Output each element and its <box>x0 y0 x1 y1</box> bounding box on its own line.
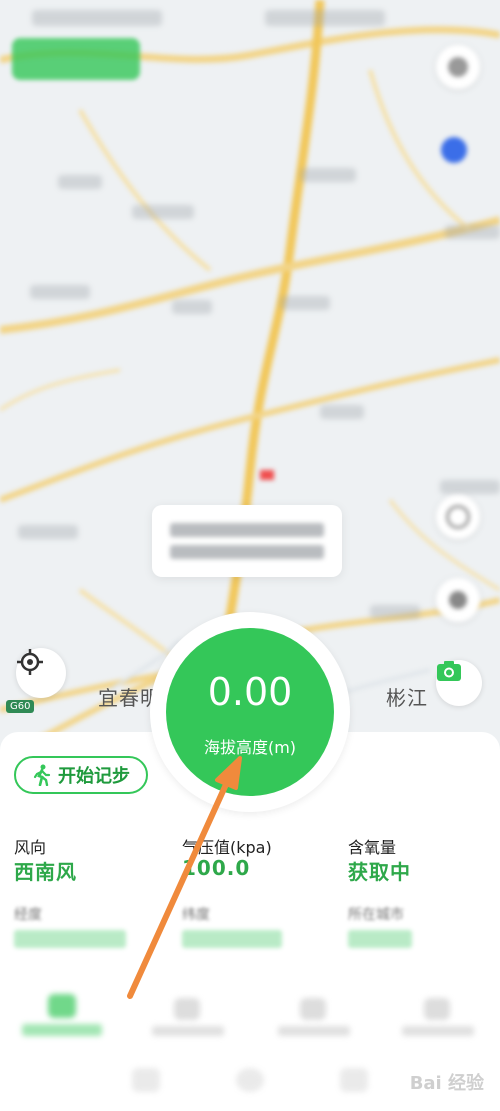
camera-button[interactable] <box>436 660 482 706</box>
compass-button[interactable] <box>436 578 480 622</box>
layers-button[interactable] <box>436 45 480 89</box>
location-popup <box>152 505 342 577</box>
altitude-value: 0.00 <box>207 670 293 714</box>
stat-latitude-value <box>182 930 282 948</box>
system-recent-button[interactable] <box>340 1068 368 1092</box>
watermark-logo: Bai 经验 <box>410 1069 484 1095</box>
altitude-gauge[interactable]: 0.00 海拔高度(m) <box>166 628 334 796</box>
locate-button[interactable] <box>16 648 66 698</box>
compass-icon <box>449 591 467 609</box>
start-step-label: 开始记步 <box>58 766 130 787</box>
stat-pressure-label: 气压值(kpa) <box>182 838 272 857</box>
walking-person-icon <box>33 764 51 786</box>
search-button[interactable] <box>436 495 480 539</box>
highway-badge: G60 <box>6 700 35 713</box>
tab-second[interactable] <box>146 998 230 1042</box>
search-icon <box>446 505 470 529</box>
stat-longitude-label: 经度 <box>14 907 42 923</box>
stat-oxygen-label: 含氧量 <box>348 838 397 857</box>
tab-home[interactable] <box>20 992 104 1042</box>
stat-longitude-value <box>14 930 126 948</box>
start-step-button[interactable]: 开始记步 <box>14 756 148 794</box>
watermark-text: Bai 经验 <box>409 1073 484 1094</box>
stat-latitude-label: 纬度 <box>182 907 210 923</box>
camera-icon <box>437 661 461 681</box>
stat-wind-label: 风向 <box>14 838 47 857</box>
tab-third[interactable] <box>272 998 356 1042</box>
tab-profile[interactable] <box>396 998 480 1042</box>
system-back-button[interactable] <box>132 1068 160 1092</box>
top-action-button[interactable] <box>12 38 140 80</box>
stat-city-label: 所在城市 <box>348 907 404 923</box>
stat-wind-value: 西南风 <box>14 860 77 884</box>
altitude-label: 海拔高度(m) <box>203 738 297 757</box>
stat-pressure-value: 100.0 <box>182 856 251 880</box>
system-home-button[interactable] <box>236 1068 264 1092</box>
layers-icon <box>448 57 468 77</box>
target-icon <box>17 649 43 675</box>
map-city-label-right: 彬江 <box>386 686 428 710</box>
stat-city-value <box>348 930 412 948</box>
stat-oxygen-value: 获取中 <box>348 860 411 884</box>
